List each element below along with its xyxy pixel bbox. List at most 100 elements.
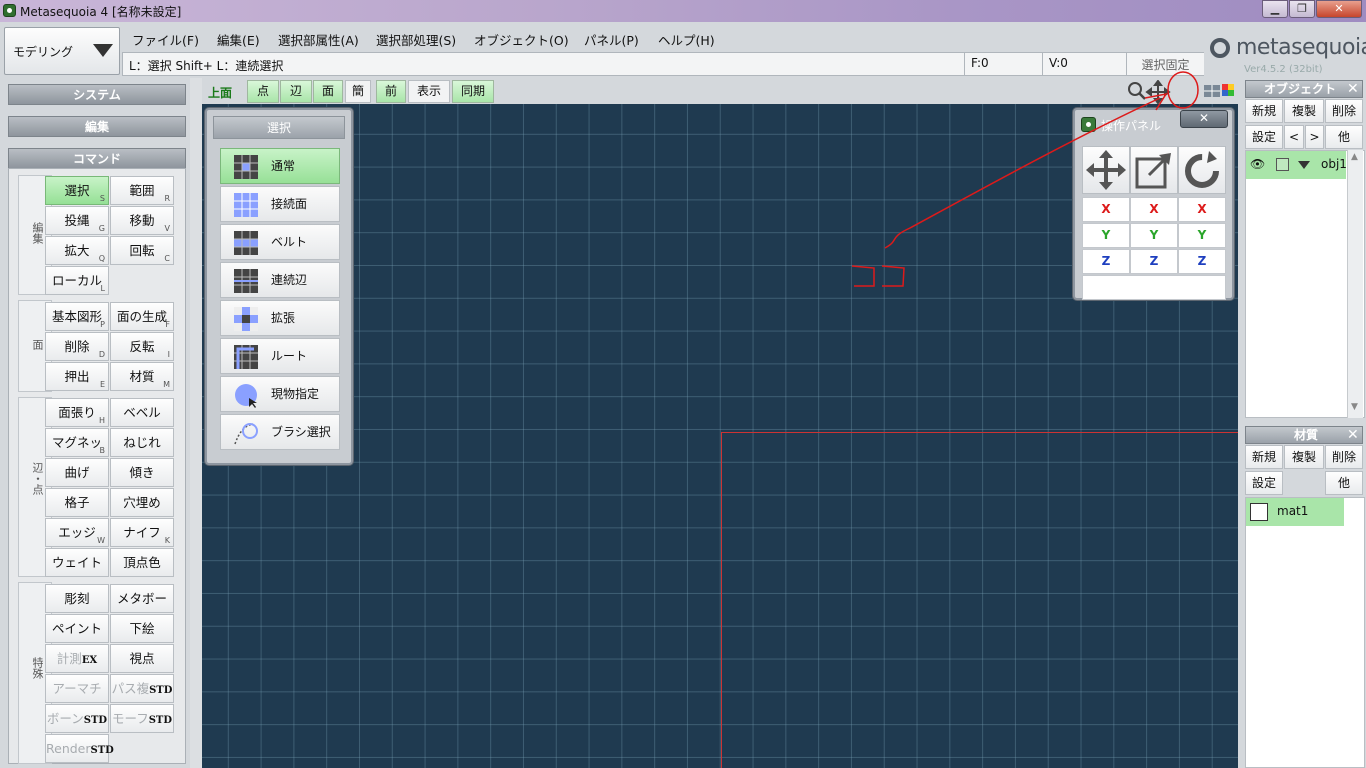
select-mode-item[interactable]: 現物指定 bbox=[220, 376, 340, 412]
display-button[interactable]: 表示 bbox=[408, 80, 450, 103]
scroll-up-icon[interactable]: ▲ bbox=[1351, 152, 1358, 162]
command-button[interactable]: メタボール bbox=[110, 584, 174, 633]
command-button[interactable]: 面張り H bbox=[45, 398, 109, 427]
command-button[interactable]: 押出 E bbox=[45, 362, 109, 391]
select-mode-icon bbox=[234, 269, 258, 293]
command-button[interactable]: 彫刻 bbox=[45, 584, 109, 613]
material-row[interactable]: mat1 bbox=[1246, 498, 1344, 526]
command-button[interactable]: マグネットB bbox=[45, 428, 109, 477]
object-new-button[interactable]: 新規 bbox=[1245, 99, 1283, 123]
shortcut-key: D bbox=[98, 350, 105, 359]
menu-select-attr[interactable]: 選択部属性(A) bbox=[278, 30, 359, 49]
close-button[interactable]: ✕ bbox=[1316, 0, 1362, 18]
material-color-swatch[interactable] bbox=[1250, 503, 1268, 521]
select-mode-item[interactable]: 通常 bbox=[220, 148, 340, 184]
group-face-label: 面 bbox=[31, 339, 44, 350]
point-toggle[interactable]: 点 bbox=[247, 80, 279, 103]
command-button[interactable]: ペイント bbox=[45, 614, 109, 643]
command-button[interactable]: 格子 bbox=[45, 488, 109, 517]
command-button[interactable]: RenderSTD bbox=[45, 734, 114, 763]
command-button[interactable]: 投縄 G bbox=[45, 206, 109, 235]
menu-help[interactable]: ヘルプ(H) bbox=[658, 30, 715, 49]
edit-header[interactable]: 編集 bbox=[8, 116, 186, 137]
mode-select[interactable]: モデリング bbox=[4, 27, 120, 75]
object-settings-button[interactable]: 設定 bbox=[1245, 125, 1283, 149]
object-panel-close-icon[interactable]: ✕ bbox=[1347, 81, 1359, 97]
object-next-button[interactable]: > bbox=[1305, 125, 1324, 149]
select-panel-title[interactable]: 選択 bbox=[213, 116, 345, 139]
vertical-scrollbar[interactable] bbox=[190, 78, 202, 768]
minimize-button[interactable]: ▁ bbox=[1262, 0, 1288, 18]
command-button[interactable]: ボーンSTD bbox=[45, 704, 109, 733]
scroll-down-icon[interactable]: ▼ bbox=[1351, 402, 1358, 412]
command-button[interactable]: 反転 I bbox=[110, 332, 174, 361]
command-button[interactable]: ベベル bbox=[110, 398, 174, 427]
annotation-circle bbox=[1167, 71, 1199, 109]
command-button[interactable]: 基本図形 P bbox=[45, 302, 109, 331]
command-button[interactable]: 移動 V bbox=[110, 206, 174, 235]
command-button[interactable]: 視点 bbox=[110, 644, 174, 673]
command-button[interactable]: ローカル L bbox=[45, 266, 109, 295]
command-button-label: モーフ bbox=[111, 711, 149, 726]
menu-file[interactable]: ファイル(F) bbox=[132, 30, 199, 49]
object-prev-button[interactable]: < bbox=[1284, 125, 1304, 149]
command-button[interactable]: 傾き bbox=[110, 458, 174, 487]
object-panel-header[interactable]: オブジェクト bbox=[1245, 80, 1363, 98]
command-button[interactable]: モーフSTD bbox=[110, 704, 174, 733]
material-other-button[interactable]: 他 bbox=[1325, 471, 1363, 495]
command-button[interactable]: エッジ W bbox=[45, 518, 109, 547]
simple-toggle[interactable]: 簡 bbox=[345, 80, 371, 103]
command-button[interactable]: 頂点色 bbox=[110, 548, 174, 577]
command-button[interactable]: 拡大 Q bbox=[45, 236, 109, 265]
command-button[interactable]: 計測EX bbox=[45, 644, 109, 673]
command-button[interactable]: 穴埋め bbox=[110, 488, 174, 517]
command-button-label: 視点 bbox=[129, 651, 155, 666]
command-button[interactable]: アーマチ STD bbox=[45, 674, 109, 723]
command-button[interactable]: 下絵 bbox=[110, 614, 174, 643]
view-label[interactable]: 上面 bbox=[208, 84, 232, 101]
face-toggle[interactable]: 面 bbox=[313, 80, 343, 103]
menu-edit[interactable]: 編集(E) bbox=[217, 30, 260, 49]
front-toggle[interactable]: 前 bbox=[376, 80, 406, 103]
command-button[interactable]: 面の生成 F bbox=[110, 302, 174, 331]
command-button[interactable]: パス複STD bbox=[110, 674, 174, 703]
object-other-button[interactable]: 他 bbox=[1325, 125, 1363, 149]
lock-checkbox[interactable] bbox=[1276, 158, 1289, 171]
command-button[interactable]: ナイフ K bbox=[110, 518, 174, 547]
object-delete-button[interactable]: 削除 bbox=[1325, 99, 1363, 123]
select-mode-item[interactable]: 拡張 bbox=[220, 300, 340, 336]
command-button[interactable]: 回転 C bbox=[110, 236, 174, 265]
command-button[interactable]: 曲げ bbox=[45, 458, 109, 487]
visibility-eye-icon[interactable]: 👁 bbox=[1250, 157, 1265, 171]
select-mode-item[interactable]: ルート bbox=[220, 338, 340, 374]
maximize-button[interactable]: ❐ bbox=[1289, 0, 1315, 18]
edge-toggle[interactable]: 辺 bbox=[280, 80, 312, 103]
material-settings-button[interactable]: 設定 bbox=[1245, 471, 1283, 495]
menu-object[interactable]: オブジェクト(O) bbox=[474, 30, 569, 49]
command-header[interactable]: コマンド bbox=[8, 148, 186, 169]
object-row[interactable]: 👁 obj1 bbox=[1246, 151, 1347, 179]
object-duplicate-button[interactable]: 複製 bbox=[1284, 99, 1324, 123]
menu-panel[interactable]: パネル(P) bbox=[584, 30, 639, 49]
expand-triangle-icon[interactable] bbox=[1298, 161, 1310, 169]
material-panel-close-icon[interactable]: ✕ bbox=[1347, 427, 1359, 443]
command-button[interactable]: 材質 M bbox=[110, 362, 174, 391]
sync-toggle[interactable]: 同期 bbox=[452, 80, 494, 103]
select-mode-item[interactable]: ベルト bbox=[220, 224, 340, 260]
material-delete-button[interactable]: 削除 bbox=[1325, 445, 1363, 469]
command-button[interactable]: 範囲 R bbox=[110, 176, 174, 205]
material-duplicate-button[interactable]: 複製 bbox=[1284, 445, 1324, 469]
select-mode-item[interactable]: 接続面 bbox=[220, 186, 340, 222]
system-header[interactable]: システム bbox=[8, 84, 186, 105]
material-new-button[interactable]: 新規 bbox=[1245, 445, 1283, 469]
command-button[interactable]: 削除 D bbox=[45, 332, 109, 361]
menu-select-process[interactable]: 選択部処理(S) bbox=[376, 30, 456, 49]
command-button[interactable]: ウェイト bbox=[45, 548, 109, 577]
command-button[interactable]: ねじれ bbox=[110, 428, 174, 457]
color-icon[interactable] bbox=[1222, 84, 1234, 96]
command-button[interactable]: 選択 S bbox=[45, 176, 109, 205]
select-mode-item[interactable]: ブラシ選択 bbox=[220, 414, 340, 450]
object-list-scrollbar[interactable]: ▲ ▼ bbox=[1347, 150, 1363, 418]
select-mode-item[interactable]: 連続辺 bbox=[220, 262, 340, 298]
material-panel-header[interactable]: 材質 bbox=[1245, 426, 1363, 444]
